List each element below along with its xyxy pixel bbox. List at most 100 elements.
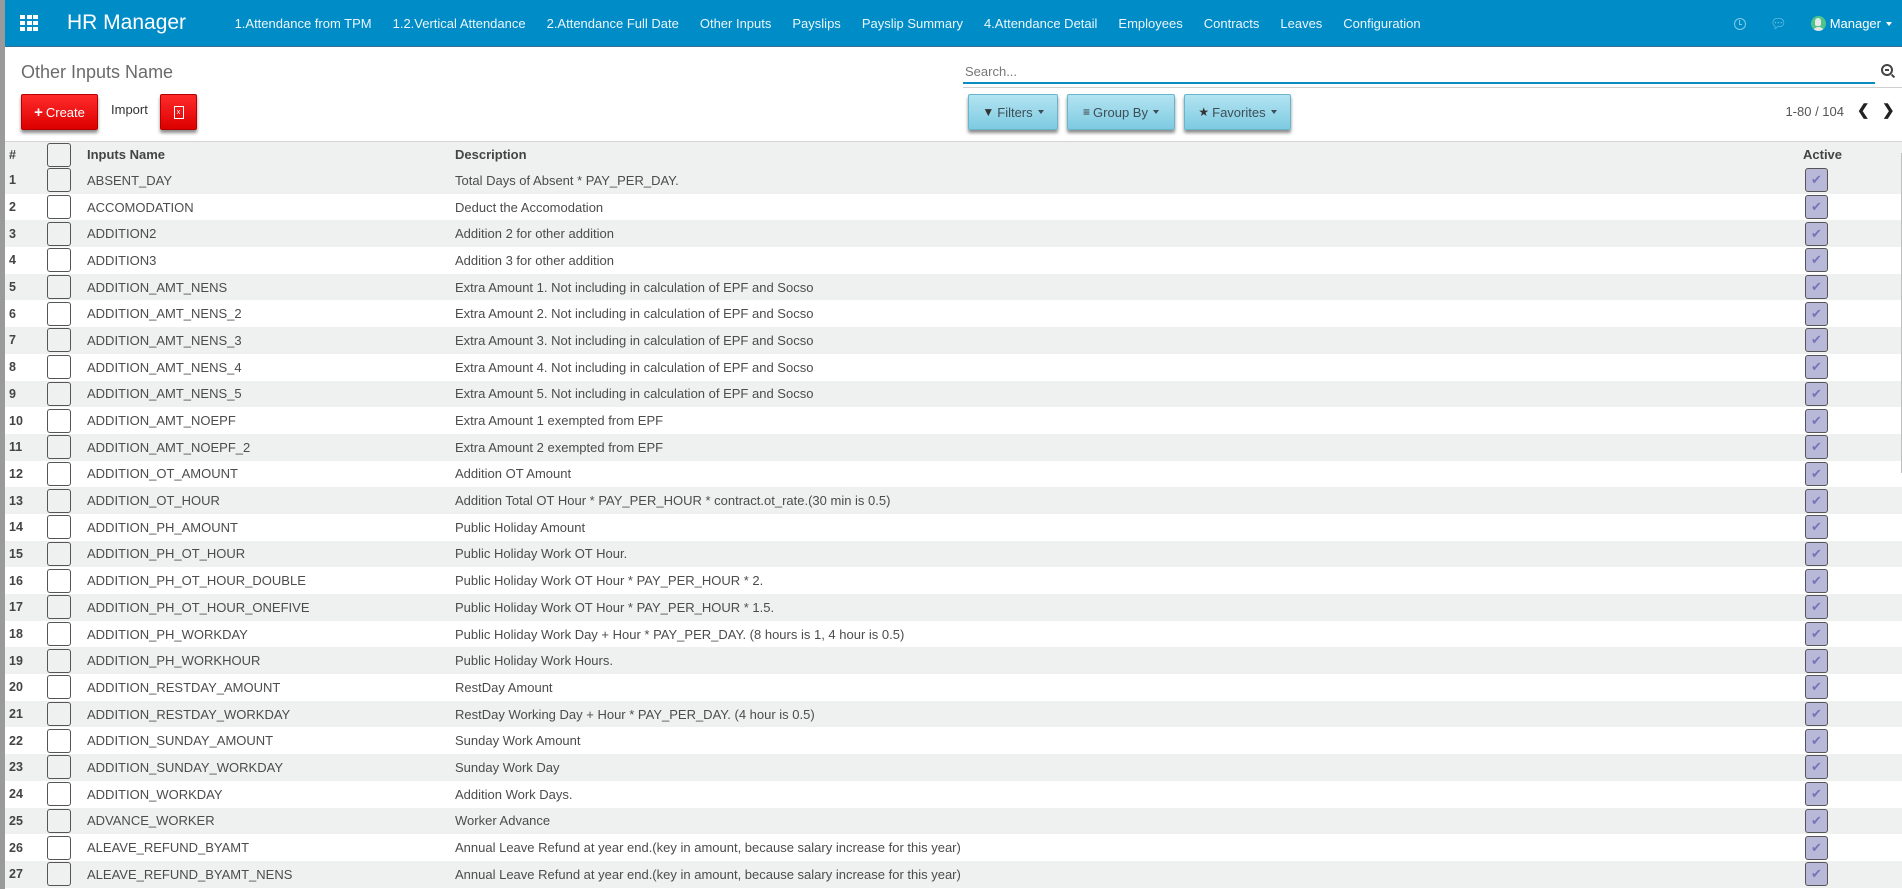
active-checkbox[interactable]: ✔	[1805, 381, 1828, 406]
group-by-button[interactable]: ≡ Group By	[1067, 94, 1175, 130]
active-checkbox[interactable]: ✔	[1805, 782, 1828, 807]
row-checkbox[interactable]	[47, 782, 71, 807]
active-checkbox[interactable]: ✔	[1805, 622, 1828, 647]
export-excel-button[interactable]: x	[160, 94, 197, 130]
row-checkbox[interactable]	[47, 195, 71, 220]
table-row[interactable]: 1 ABSENT_DAY Total Days of Absent * PAY_…	[5, 167, 1902, 194]
table-row[interactable]: 20 ADDITION_RESTDAY_AMOUNT RestDay Amoun…	[5, 674, 1902, 701]
filters-button[interactable]: ▼ Filters	[968, 94, 1058, 130]
table-row[interactable]: 9 ADDITION_AMT_NENS_5 Extra Amount 5. No…	[5, 380, 1902, 408]
menu-employees[interactable]: Employees	[1108, 16, 1193, 31]
favorites-button[interactable]: ★ Favorites	[1184, 94, 1291, 130]
menu-payslip-summary[interactable]: Payslip Summary	[851, 16, 973, 31]
table-row[interactable]: 7 ADDITION_AMT_NENS_3 Extra Amount 3. No…	[5, 327, 1902, 354]
table-row[interactable]: 21 ADDITION_RESTDAY_WORKDAY RestDay Work…	[5, 700, 1902, 728]
row-checkbox[interactable]	[47, 381, 71, 406]
active-checkbox[interactable]: ✔	[1805, 488, 1828, 513]
active-checkbox[interactable]: ✔	[1805, 568, 1828, 593]
row-checkbox[interactable]	[47, 248, 71, 273]
table-row[interactable]: 24 ADDITION_WORKDAY Addition Work Days. …	[5, 780, 1902, 808]
create-button[interactable]: + Create	[21, 94, 98, 130]
row-checkbox[interactable]	[47, 702, 71, 727]
menu-vertical-attendance[interactable]: 1.2.Vertical Attendance	[382, 16, 536, 31]
row-checkbox[interactable]	[47, 301, 71, 326]
apps-grid-icon[interactable]	[20, 15, 40, 31]
app-brand[interactable]: HR Manager	[67, 11, 186, 35]
row-checkbox[interactable]	[47, 328, 71, 353]
active-checkbox[interactable]: ✔	[1805, 355, 1828, 380]
column-description[interactable]: Description	[455, 147, 1803, 162]
active-checkbox[interactable]: ✔	[1805, 461, 1828, 486]
row-checkbox[interactable]	[47, 221, 71, 246]
table-row[interactable]: 10 ADDITION_AMT_NOEPF Extra Amount 1 exe…	[5, 407, 1902, 434]
menu-attendance-from-tpm[interactable]: 1.Attendance from TPM	[224, 16, 382, 31]
import-button[interactable]: Import	[111, 102, 148, 117]
menu-contracts[interactable]: Contracts	[1193, 16, 1270, 31]
active-checkbox[interactable]: ✔	[1805, 248, 1828, 273]
active-checkbox[interactable]: ✔	[1805, 835, 1828, 860]
table-row[interactable]: 6 ADDITION_AMT_NENS_2 Extra Amount 2. No…	[5, 300, 1902, 328]
active-checkbox[interactable]: ✔	[1805, 328, 1828, 353]
active-checkbox[interactable]: ✔	[1805, 702, 1828, 727]
row-checkbox[interactable]	[47, 808, 71, 833]
active-checkbox[interactable]: ✔	[1805, 595, 1828, 620]
row-checkbox[interactable]	[47, 728, 71, 753]
table-row[interactable]: 25 ADVANCE_WORKER Worker Advance ✔	[5, 807, 1902, 835]
table-row[interactable]: 13 ADDITION_OT_HOUR Addition Total OT Ho…	[5, 487, 1902, 514]
table-row[interactable]: 8 ADDITION_AMT_NENS_4 Extra Amount 4. No…	[5, 353, 1902, 381]
search-icon[interactable]	[1881, 64, 1893, 76]
menu-other-inputs[interactable]: Other Inputs	[689, 16, 782, 31]
row-checkbox[interactable]	[47, 275, 71, 300]
menu-attendance-detail[interactable]: 4.Attendance Detail	[973, 16, 1107, 31]
table-row[interactable]: 14 ADDITION_PH_AMOUNT Public Holiday Amo…	[5, 513, 1902, 541]
table-row[interactable]: 27 ALEAVE_REFUND_BYAMT_NENS Annual Leave…	[5, 860, 1902, 888]
active-checkbox[interactable]: ✔	[1805, 435, 1828, 460]
row-checkbox[interactable]	[47, 515, 71, 540]
row-checkbox[interactable]	[47, 461, 71, 486]
active-checkbox[interactable]: ✔	[1805, 755, 1828, 780]
row-checkbox[interactable]	[47, 435, 71, 460]
table-row[interactable]: 18 ADDITION_PH_WORKDAY Public Holiday Wo…	[5, 620, 1902, 648]
table-row[interactable]: 11 ADDITION_AMT_NOEPF_2 Extra Amount 2 e…	[5, 433, 1902, 461]
column-inputs-name[interactable]: Inputs Name	[87, 147, 455, 162]
table-row[interactable]: 23 ADDITION_SUNDAY_WORKDAY Sunday Work D…	[5, 754, 1902, 781]
table-row[interactable]: 17 ADDITION_PH_OT_HOUR_ONEFIVE Public Ho…	[5, 594, 1902, 621]
clock-icon[interactable]	[1734, 17, 1747, 30]
row-checkbox[interactable]	[47, 835, 71, 860]
active-checkbox[interactable]: ✔	[1805, 515, 1828, 540]
row-checkbox[interactable]	[47, 755, 71, 780]
table-row[interactable]: 12 ADDITION_OT_AMOUNT Addition OT Amount…	[5, 460, 1902, 488]
row-checkbox[interactable]	[47, 355, 71, 380]
row-checkbox[interactable]	[47, 622, 71, 647]
table-row[interactable]: 15 ADDITION_PH_OT_HOUR Public Holiday Wo…	[5, 540, 1902, 568]
chat-icon[interactable]: 💬︎	[1770, 16, 1787, 32]
table-row[interactable]: 2 ACCOMODATION Deduct the Accomodation ✔	[5, 193, 1902, 221]
row-checkbox[interactable]	[47, 648, 71, 673]
active-checkbox[interactable]: ✔	[1805, 728, 1828, 753]
table-row[interactable]: 16 ADDITION_PH_OT_HOUR_DOUBLE Public Hol…	[5, 567, 1902, 594]
table-row[interactable]: 26 ALEAVE_REFUND_BYAMT Annual Leave Refu…	[5, 834, 1902, 861]
menu-payslips[interactable]: Payslips	[782, 16, 851, 31]
pager-value[interactable]: 1-80 / 104	[1785, 104, 1844, 119]
active-checkbox[interactable]: ✔	[1805, 862, 1828, 887]
active-checkbox[interactable]: ✔	[1805, 275, 1828, 300]
row-checkbox[interactable]	[47, 408, 71, 433]
active-checkbox[interactable]: ✔	[1805, 808, 1828, 833]
row-checkbox[interactable]	[47, 675, 71, 700]
chevron-left-icon[interactable]: ❮	[1857, 101, 1870, 119]
menu-configuration[interactable]: Configuration	[1333, 16, 1431, 31]
active-checkbox[interactable]: ✔	[1805, 541, 1828, 566]
menu-attendance-full-date[interactable]: 2.Attendance Full Date	[536, 16, 689, 31]
row-checkbox[interactable]	[47, 568, 71, 593]
menu-leaves[interactable]: Leaves	[1270, 16, 1333, 31]
chevron-right-icon[interactable]: ❯	[1882, 101, 1895, 119]
row-checkbox[interactable]	[47, 168, 71, 193]
row-checkbox[interactable]	[47, 541, 71, 566]
row-checkbox[interactable]	[47, 595, 71, 620]
table-row[interactable]: 4 ADDITION3 Addition 3 for other additio…	[5, 247, 1902, 274]
active-checkbox[interactable]: ✔	[1805, 168, 1828, 193]
active-checkbox[interactable]: ✔	[1805, 301, 1828, 326]
active-checkbox[interactable]: ✔	[1805, 408, 1828, 433]
active-checkbox[interactable]: ✔	[1805, 675, 1828, 700]
table-row[interactable]: 3 ADDITION2 Addition 2 for other additio…	[5, 220, 1902, 248]
